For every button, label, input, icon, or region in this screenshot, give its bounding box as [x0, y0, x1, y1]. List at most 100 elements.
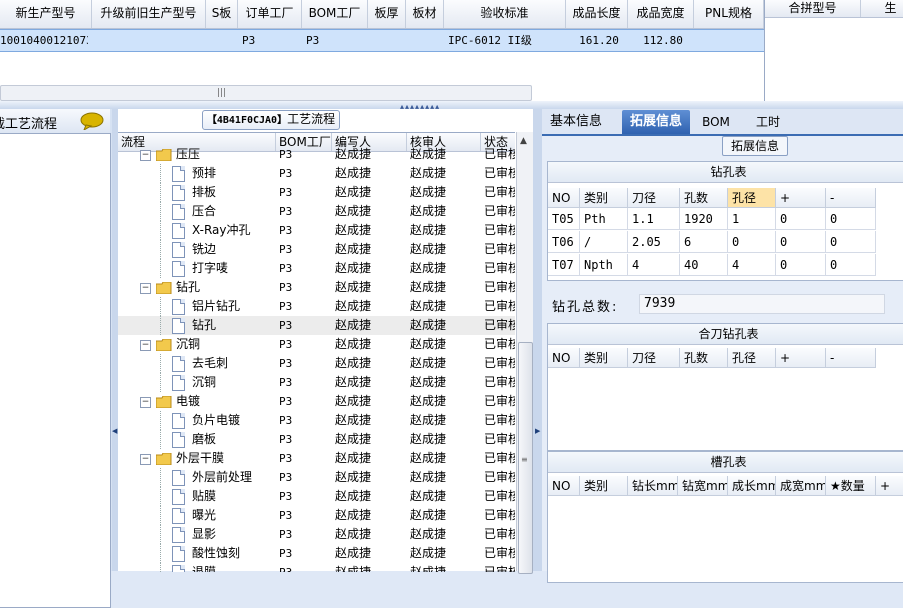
table-cell[interactable] — [698, 30, 764, 51]
tab-basic-info[interactable]: 基本信息 — [542, 110, 610, 134]
tree-row[interactable]: 酸性蚀刻 P3 赵成捷 赵成捷 已审核 — [118, 544, 515, 563]
table-cell[interactable]: T05 — [548, 208, 580, 230]
expand-toggle-icon[interactable]: − — [140, 397, 151, 408]
column-header[interactable]: 成宽mm — [776, 476, 826, 496]
column-header[interactable]: 类别 — [580, 476, 628, 496]
column-header[interactable]: NO — [548, 476, 580, 496]
expand-toggle-icon[interactable]: − — [140, 283, 151, 294]
table-cell[interactable]: 10010400121073 — [0, 30, 88, 51]
column-header[interactable]: 板厚 — [368, 0, 406, 28]
tree-row[interactable]: 预排 P3 赵成捷 赵成捷 已审核 — [118, 164, 515, 183]
table-row[interactable]: 10010400121073 P3 P3 IPC-6012 II级 161.20 112.… — [0, 29, 764, 52]
chat-bubble-icon[interactable] — [80, 112, 104, 130]
column-header[interactable]: 成长mm — [728, 476, 776, 496]
tab-bom[interactable]: BOM — [694, 110, 738, 134]
table-cell[interactable]: P3 — [306, 30, 368, 51]
tab-extended-info[interactable]: 拓展信息 — [622, 110, 690, 134]
column-header[interactable]: 新生产型号 — [0, 0, 92, 28]
column-header[interactable]: 合拼型号 — [765, 0, 861, 17]
table-cell[interactable]: T07 — [548, 254, 580, 276]
table-cell[interactable]: 161.20 — [570, 30, 628, 51]
column-header[interactable]: - — [826, 188, 876, 208]
table-cell[interactable]: T06 — [548, 231, 580, 253]
table-cell[interactable]: Pth — [580, 208, 628, 230]
table-cell[interactable]: 1920 — [680, 208, 728, 230]
table-cell[interactable]: 40 — [680, 254, 728, 276]
column-header[interactable]: 类别 — [580, 348, 628, 368]
table-cell[interactable]: 0 — [776, 208, 826, 230]
table-cell[interactable]: 0 — [776, 231, 826, 253]
tree-row[interactable]: 显影 P3 赵成捷 赵成捷 已审核 — [118, 525, 515, 544]
expand-toggle-icon[interactable]: − — [140, 340, 151, 351]
tree-row[interactable]: 沉铜 P3 赵成捷 赵成捷 已审核 — [118, 373, 515, 392]
table-cell[interactable]: 0 — [826, 208, 876, 230]
column-header[interactable]: 成品长度 — [566, 0, 628, 28]
tree-row[interactable]: 磨板 P3 赵成捷 赵成捷 已审核 — [118, 430, 515, 449]
table-cell[interactable]: 0 — [826, 231, 876, 253]
scroll-thumb[interactable]: ≡ — [518, 342, 533, 574]
column-header[interactable]: 刀径 — [628, 188, 680, 208]
tree-row[interactable]: 铣边 P3 赵成捷 赵成捷 已审核 — [118, 240, 515, 259]
column-header[interactable]: 成品宽度 — [628, 0, 694, 28]
column-header[interactable]: + — [776, 188, 826, 208]
column-header[interactable]: 钻长mm — [628, 476, 678, 496]
column-header[interactable]: BOM工厂 — [302, 0, 368, 28]
column-header[interactable]: 孔径 — [728, 348, 776, 368]
table-cell[interactable] — [96, 30, 206, 51]
tree-row[interactable]: − 沉铜 P3 赵成捷 赵成捷 已审核 — [118, 335, 515, 354]
horizontal-scrollbar[interactable]: ||| — [0, 85, 532, 101]
table-cell[interactable]: 4 — [728, 254, 776, 276]
column-header[interactable]: 类别 — [580, 188, 628, 208]
column-header[interactable]: 钻宽mm — [678, 476, 728, 496]
column-header[interactable]: NO — [548, 348, 580, 368]
column-header[interactable]: S板 — [206, 0, 238, 28]
column-header[interactable]: - — [826, 348, 876, 368]
column-header[interactable]: 刀径 — [628, 348, 680, 368]
expand-arrow-icon[interactable]: ▶ — [535, 427, 540, 435]
tree-row[interactable]: 外层前处理 P3 赵成捷 赵成捷 已审核 — [118, 468, 515, 487]
table-cell[interactable]: 4 — [628, 254, 680, 276]
table-cell[interactable] — [372, 30, 406, 51]
column-header[interactable]: 订单工厂 — [238, 0, 302, 28]
tree-row[interactable]: 贴膜 P3 赵成捷 赵成捷 已审核 — [118, 487, 515, 506]
column-header[interactable]: NO — [548, 188, 580, 208]
tree-row[interactable]: − 外层干膜 P3 赵成捷 赵成捷 已审核 — [118, 449, 515, 468]
table-cell[interactable]: 112.80 — [632, 30, 694, 51]
column-header[interactable]: PNL规格 — [694, 0, 764, 28]
column-header[interactable]: 孔径 — [728, 188, 776, 208]
column-header[interactable]: 生 — [861, 0, 903, 17]
tree-row[interactable]: 压合 P3 赵成捷 赵成捷 已审核 — [118, 202, 515, 221]
column-header[interactable]: 孔数 — [680, 188, 728, 208]
vertical-splitter-right[interactable]: ▶ — [533, 109, 542, 571]
tree-row[interactable]: 排板 P3 赵成捷 赵成捷 已审核 — [118, 183, 515, 202]
column-header[interactable]: + — [776, 348, 826, 368]
column-header[interactable]: 验收标准 — [444, 0, 566, 28]
tree-row[interactable]: 去毛刺 P3 赵成捷 赵成捷 已审核 — [118, 354, 515, 373]
table-cell[interactable]: IPC-6012 II级 — [448, 30, 566, 51]
expand-toggle-icon[interactable]: − — [140, 150, 151, 161]
table-cell[interactable]: 0 — [776, 254, 826, 276]
column-header[interactable]: 板材 — [406, 0, 444, 28]
column-header[interactable]: ★数量 — [826, 476, 876, 496]
table-cell[interactable]: 0 — [728, 231, 776, 253]
tree-row[interactable]: 铝片钻孔 P3 赵成捷 赵成捷 已审核 — [118, 297, 515, 316]
tree-row[interactable]: 负片电镀 P3 赵成捷 赵成捷 已审核 — [118, 411, 515, 430]
column-header[interactable]: + — [876, 476, 903, 496]
tree-row[interactable]: 曝光 P3 赵成捷 赵成捷 已审核 — [118, 506, 515, 525]
table-cell[interactable] — [410, 30, 444, 51]
tree-row[interactable]: − 压压 P3 赵成捷 赵成捷 已审核 — [118, 145, 515, 164]
table-cell[interactable]: P3 — [242, 30, 302, 51]
vertical-scrollbar[interactable]: ▲ ≡ — [516, 132, 533, 574]
horizontal-splitter[interactable]: ▴▴▴▴▴▴▴▴ — [0, 101, 903, 111]
tree-row[interactable]: − 电镀 P3 赵成捷 赵成捷 已审核 — [118, 392, 515, 411]
column-header[interactable]: 孔数 — [680, 348, 728, 368]
table-cell[interactable]: 2.05 — [628, 231, 680, 253]
tab-labor-hours[interactable]: 工时 — [742, 110, 794, 134]
tree-row[interactable]: − 钻孔 P3 赵成捷 赵成捷 已审核 — [118, 278, 515, 297]
expand-toggle-icon[interactable]: − — [140, 454, 151, 465]
table-cell[interactable] — [210, 30, 238, 51]
scroll-up-icon[interactable]: ▲ — [520, 136, 527, 146]
table-cell[interactable]: 1 — [728, 208, 776, 230]
table-cell[interactable]: 1.1 — [628, 208, 680, 230]
table-cell[interactable]: 0 — [826, 254, 876, 276]
